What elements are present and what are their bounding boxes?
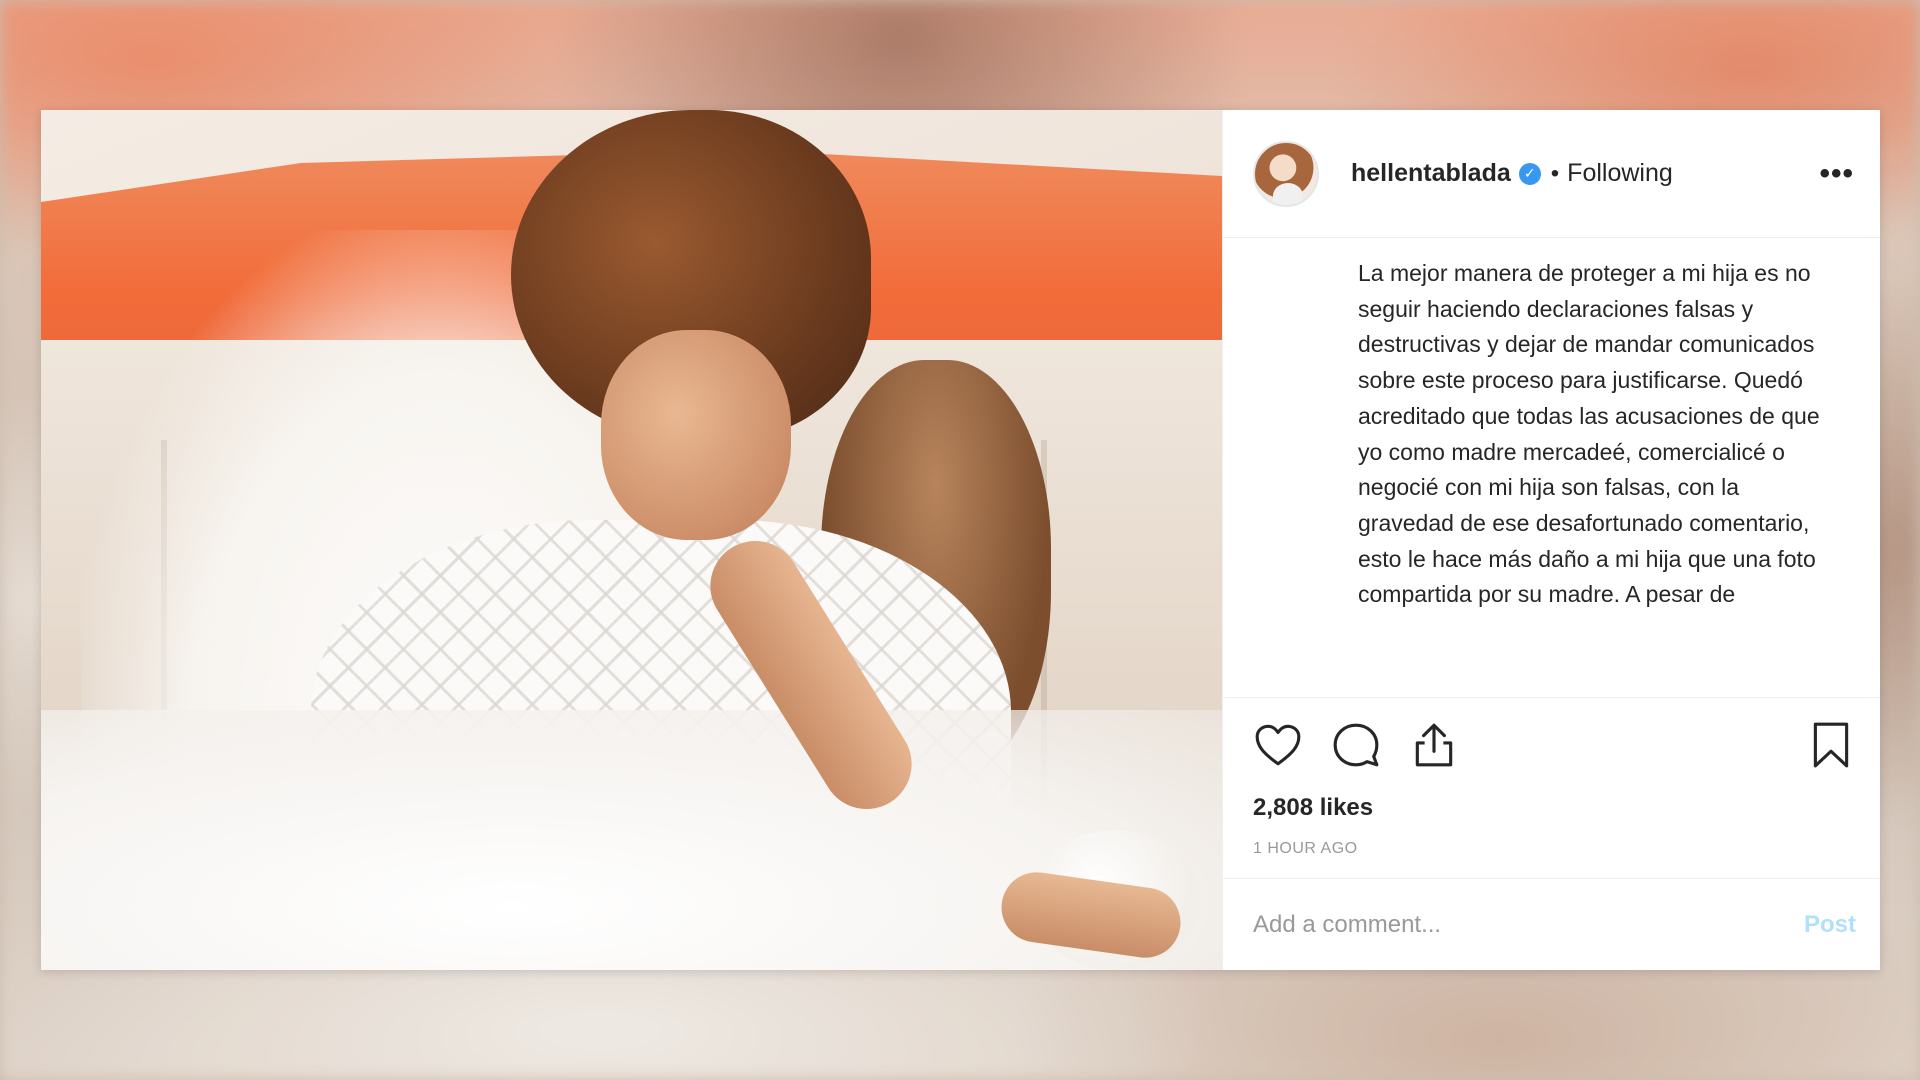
avatar[interactable] [1253, 140, 1319, 207]
comment-bar: Post [1223, 878, 1880, 970]
caption-scroll-area[interactable]: La mejor manera de proteger a mi hija es… [1223, 238, 1880, 698]
heart-icon[interactable] [1253, 720, 1303, 770]
likes-count[interactable]: 2,808 likes [1223, 780, 1880, 822]
comment-bubble-icon[interactable] [1331, 720, 1381, 770]
post-photo[interactable] [41, 110, 1222, 970]
following-button[interactable]: Following [1567, 159, 1673, 188]
action-bar [1223, 710, 1880, 780]
verified-badge-icon: ✓ [1518, 162, 1541, 185]
post-header: hellentablada ✓ • Following ••• [1223, 110, 1880, 238]
share-upload-icon[interactable] [1409, 720, 1459, 770]
post-side-panel: hellentablada ✓ • Following ••• La mejor… [1222, 110, 1880, 970]
instagram-post-card: hellentablada ✓ • Following ••• La mejor… [41, 110, 1880, 970]
bookmark-icon[interactable] [1806, 720, 1856, 770]
username-link[interactable]: hellentablada [1351, 159, 1511, 188]
more-options-icon[interactable]: ••• [1819, 157, 1854, 191]
post-timestamp[interactable]: 1 HOUR AGO [1223, 822, 1880, 858]
photo-woman-face [601, 330, 791, 540]
separator-dot: • [1550, 159, 1560, 187]
post-comment-button[interactable]: Post [1804, 911, 1856, 939]
post-caption: La mejor manera de proteger a mi hija es… [1358, 260, 1820, 608]
comment-input[interactable] [1253, 910, 1804, 939]
